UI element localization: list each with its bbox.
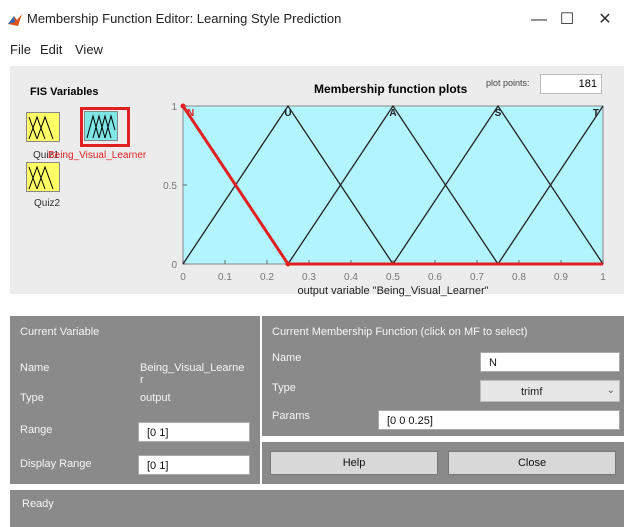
x-tick-label: 0: [180, 272, 186, 283]
var-type-value: output: [140, 392, 171, 404]
var-type-label: Type: [20, 392, 44, 404]
mf-name-input[interactable]: N: [480, 352, 620, 372]
window-title: Membership Function Editor: Learning Sty…: [27, 11, 342, 26]
range-input[interactable]: [0 1]: [138, 422, 250, 442]
close-window-button[interactable]: ✕: [590, 8, 620, 32]
current-mf-heading: Current Membership Function (click on MF…: [272, 326, 528, 338]
mf-peak-label: U: [284, 108, 291, 119]
title-bar: Membership Function Editor: Learning Sty…: [0, 0, 628, 38]
mf-peak-label: S: [495, 108, 502, 119]
menu-view[interactable]: View: [75, 42, 103, 57]
current-variable-heading: Current Variable: [20, 326, 100, 338]
mf-vertex-N: [180, 103, 186, 109]
menu-bar: File Edit View: [0, 38, 628, 62]
chevron-down-icon: ⌄: [606, 385, 615, 396]
menu-file[interactable]: File: [10, 42, 31, 57]
var-name-label: Name: [20, 362, 50, 374]
x-tick-label: 0.3: [302, 272, 316, 283]
selected-variable-outline: [80, 107, 130, 147]
mf-type-value: trimf: [521, 386, 543, 398]
fis-variables-title: FIS Variables: [30, 86, 99, 98]
x-tick-label: 0.7: [470, 272, 484, 283]
mf-name-label: Name: [272, 352, 302, 364]
plot-points-input[interactable]: 181: [540, 74, 602, 94]
plot-title: Membership function plots: [314, 82, 468, 96]
minimize-button[interactable]: —: [524, 8, 554, 32]
mf-type-select[interactable]: trimf ⌄: [480, 380, 620, 402]
plot-background: [182, 105, 604, 265]
x-tick-label: 0.1: [218, 272, 232, 283]
mf-params-label: Params: [272, 410, 310, 422]
x-tick-label: 1: [600, 272, 606, 283]
input2-label: Quiz2: [34, 198, 61, 209]
var-name-value: Being_Visual_Learne: [140, 362, 245, 374]
maximize-button[interactable]: ☐: [552, 8, 582, 32]
status-text: Ready: [22, 498, 54, 510]
mf-triangles-icon: [28, 165, 54, 190]
mf-triangles-icon: [28, 115, 54, 140]
status-bar: Ready: [10, 490, 624, 527]
menu-edit[interactable]: Edit: [40, 42, 62, 57]
display-range-input[interactable]: [0 1]: [138, 455, 250, 475]
matlab-icon: [8, 14, 22, 26]
x-tick-label: 0.2: [260, 272, 274, 283]
var-name-value-wrap: r: [140, 374, 144, 386]
display-range-label: Display Range: [20, 458, 92, 470]
help-button[interactable]: Help: [270, 451, 438, 475]
mf-peak-label: A: [389, 108, 396, 119]
x-tick-label: 0.5: [386, 272, 400, 283]
y-tick-label: 1: [171, 102, 177, 113]
membership-function-plot[interactable]: 0 0.1 0.2 0.3 0.4 0.5 0.6 0.7 0.8 0.9 1 0 0.5 1 N U A S T…: [150, 96, 620, 310]
x-tick-label: 0.4: [344, 272, 358, 283]
mf-params-input[interactable]: [0 0 0.25]: [378, 410, 620, 430]
x-axis-label: output variable "Being_Visual_Learner": [297, 285, 488, 297]
mf-type-label: Type: [272, 382, 296, 394]
x-tick-label: 0.8: [512, 272, 526, 283]
input-variable-quiz1-icon[interactable]: [26, 112, 60, 142]
range-label: Range: [20, 424, 53, 436]
output-label: Being_Visual_Learner: [48, 150, 147, 161]
mf-peak-label: N: [187, 108, 194, 119]
plot-points-label: plot points:: [486, 78, 530, 88]
x-tick-label: 0.6: [428, 272, 442, 283]
y-tick-label: 0: [171, 260, 177, 271]
x-tick-label: 0.9: [554, 272, 568, 283]
close-button[interactable]: Close: [448, 451, 616, 475]
input-variable-quiz2-icon[interactable]: [26, 162, 60, 192]
mf-vertex-N: [285, 261, 291, 267]
mf-peak-label: T: [593, 108, 599, 119]
y-tick-label: 0.5: [163, 181, 177, 192]
